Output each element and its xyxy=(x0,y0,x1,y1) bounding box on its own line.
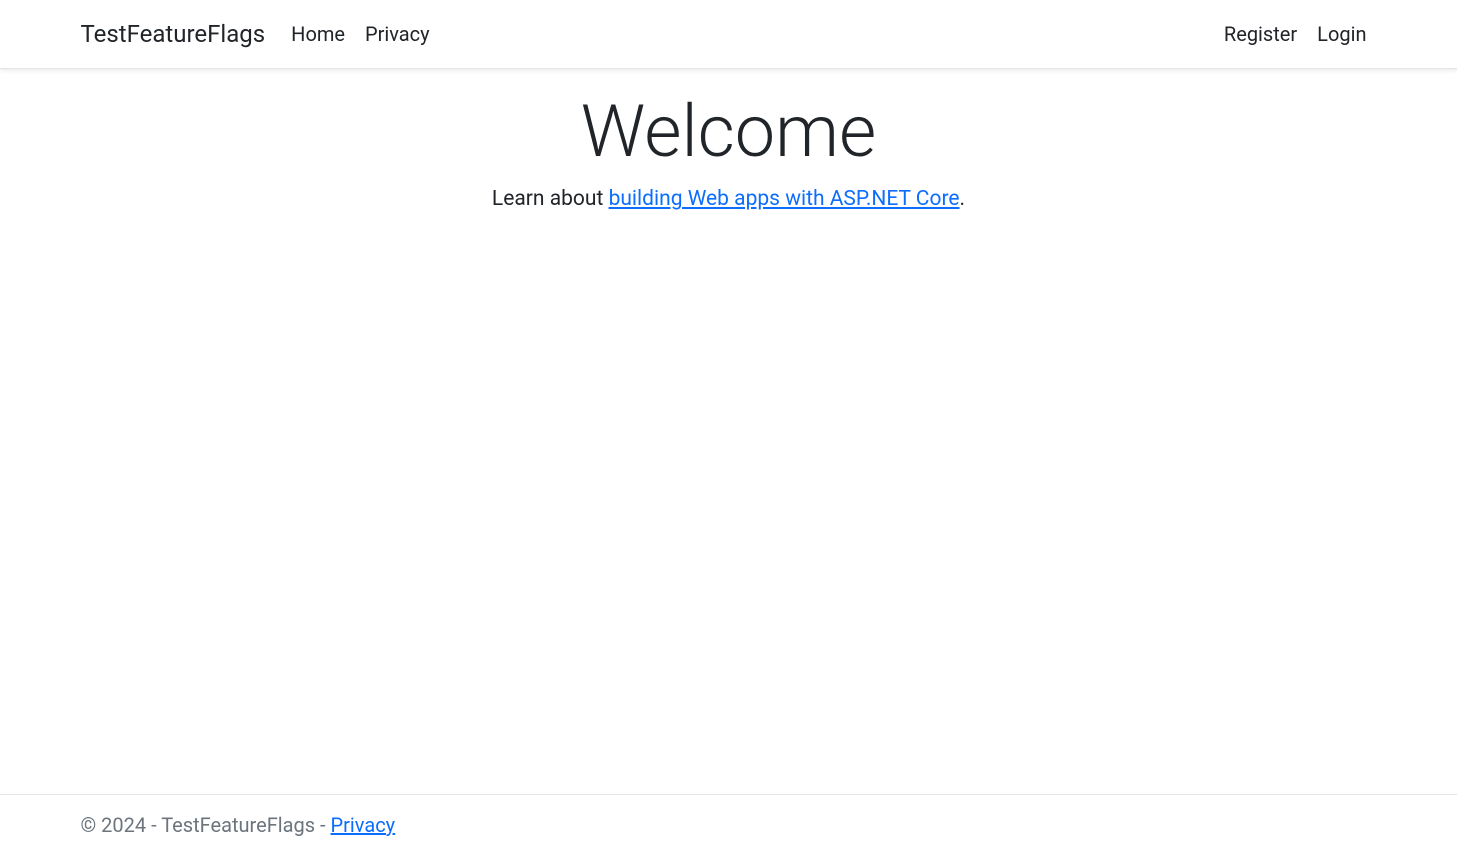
hero-section: Welcome Learn about building Web apps wi… xyxy=(81,69,1377,211)
navbar: TestFeatureFlags Home Privacy Register L… xyxy=(0,0,1457,69)
nav-item-login: Login xyxy=(1307,14,1376,54)
navbar-left: TestFeatureFlags Home Privacy xyxy=(81,12,440,56)
nav-right-list: Register Login xyxy=(1214,14,1377,54)
footer: © 2024 - TestFeatureFlags - Privacy xyxy=(0,794,1457,855)
content-container: Welcome Learn about building Web apps wi… xyxy=(69,69,1389,211)
main-content: Welcome Learn about building Web apps wi… xyxy=(0,69,1457,794)
footer-container: © 2024 - TestFeatureFlags - Privacy xyxy=(69,795,1389,855)
nav-left-list: Home Privacy xyxy=(281,14,439,54)
lead-prefix: Learn about xyxy=(492,187,609,211)
lead-text: Learn about building Web apps with ASP.N… xyxy=(81,187,1377,211)
nav-link-login[interactable]: Login xyxy=(1307,14,1376,54)
footer-privacy-link[interactable]: Privacy xyxy=(331,813,396,837)
navbar-container: TestFeatureFlags Home Privacy Register L… xyxy=(69,0,1389,68)
nav-link-home[interactable]: Home xyxy=(281,14,355,54)
nav-item-privacy: Privacy xyxy=(355,14,440,54)
aspnet-docs-link[interactable]: building Web apps with ASP.NET Core xyxy=(609,187,960,211)
nav-link-privacy[interactable]: Privacy xyxy=(355,14,440,54)
nav-link-register[interactable]: Register xyxy=(1214,14,1307,54)
page-title: Welcome xyxy=(81,89,1377,175)
brand-link[interactable]: TestFeatureFlags xyxy=(81,12,266,56)
nav-item-register: Register xyxy=(1214,14,1307,54)
nav-item-home: Home xyxy=(281,14,355,54)
footer-copyright: © 2024 - TestFeatureFlags - xyxy=(81,813,331,837)
lead-suffix: . xyxy=(960,187,966,211)
navbar-right: Register Login xyxy=(1214,14,1377,54)
